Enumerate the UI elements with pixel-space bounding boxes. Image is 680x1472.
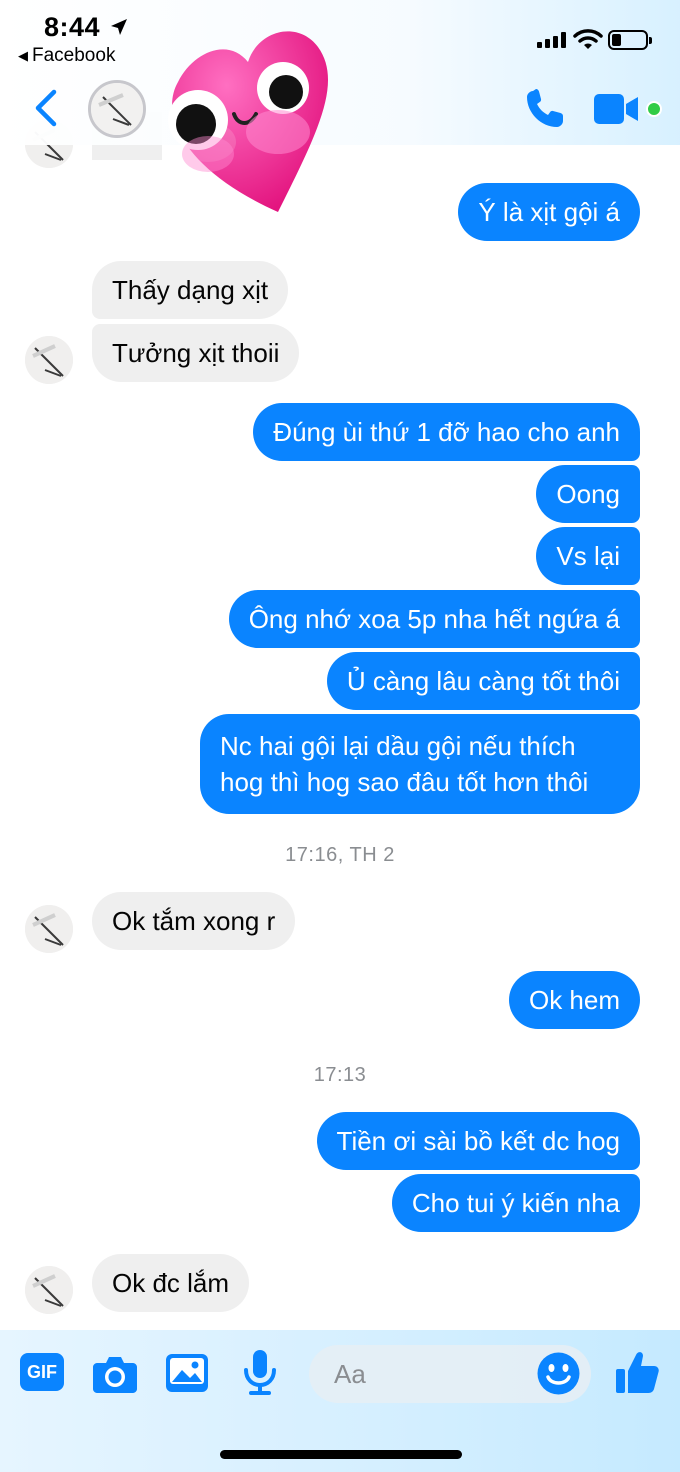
message-bubble-outgoing[interactable]: Ý là xịt gội á (458, 183, 640, 241)
back-to-app-link[interactable]: ◀ Facebook (18, 45, 115, 67)
heart-face-sticker-icon (168, 31, 329, 212)
home-indicator (220, 1450, 462, 1459)
message-bubble-incoming[interactable]: Ok đc lắm (92, 1254, 250, 1312)
wifi-icon (573, 29, 603, 49)
message-bubble-outgoing[interactable]: Cho tui ý kiến nha (391, 1174, 640, 1232)
timestamp-divider: 17:16, TH 2 (285, 844, 395, 866)
back-chevron-icon[interactable] (30, 88, 64, 128)
location-arrow-icon (111, 19, 127, 35)
video-call-icon[interactable] (594, 94, 640, 124)
back-app-label: Facebook (32, 45, 116, 66)
thumbs-up-like-icon[interactable] (614, 1349, 660, 1395)
message-input-placeholder: Aa (334, 1358, 366, 1389)
message-bubble-outgoing[interactable]: Nc hai gội lại dầu gội nếu thích hog thì… (200, 714, 640, 814)
message-bubble-incoming[interactable]: Thấy dạng xịt (92, 261, 289, 319)
message-bubble-outgoing[interactable]: Ông nhớ xoa 5p nha hết ngứa á (228, 590, 640, 648)
status-time: 8:44 (44, 12, 101, 42)
contact-avatar[interactable] (25, 336, 73, 384)
status-bar: 8:44 ◀ Facebook (0, 0, 680, 80)
message-bubble-outgoing[interactable]: Ok hem (508, 971, 640, 1029)
timestamp-divider: 17:13 (313, 1064, 367, 1086)
battery-icon (608, 30, 652, 50)
message-bubble-outgoing[interactable]: Oong (536, 465, 640, 523)
message-bubble-outgoing[interactable]: Vs lại (536, 527, 640, 585)
message-bubble-incoming[interactable]: Ok tắm xong r (92, 892, 296, 950)
microphone-icon[interactable] (243, 1350, 277, 1396)
emoji-icon[interactable] (537, 1352, 580, 1395)
contact-avatar[interactable] (25, 905, 73, 953)
messenger-chat-screen: Ý là xịt gội á Thấy dạng xịt Tưởng xịt t… (0, 0, 680, 1472)
message-bubble-outgoing[interactable]: Tiền ơi sài bồ kết dc hog (316, 1112, 640, 1170)
gif-button[interactable]: GIF (20, 1353, 64, 1391)
cellular-signal-icon (537, 32, 566, 48)
message-bubble-incoming[interactable]: Tưởng xịt thoii (92, 324, 300, 382)
message-bubble-outgoing[interactable]: Ủ càng lâu càng tốt thôi (326, 652, 640, 710)
message-bubble-outgoing[interactable]: Đúng ùi thứ 1 đỡ hao cho anh (253, 403, 640, 461)
phone-call-icon[interactable] (524, 88, 566, 130)
photo-gallery-icon[interactable] (166, 1354, 208, 1392)
back-triangle-icon: ◀ (18, 48, 28, 63)
camera-icon[interactable] (93, 1355, 137, 1393)
contact-avatar[interactable] (25, 1266, 73, 1314)
message-list: Ý là xịt gội á Thấy dạng xịt Tưởng xịt t… (0, 0, 680, 1472)
online-status-dot (646, 101, 662, 117)
